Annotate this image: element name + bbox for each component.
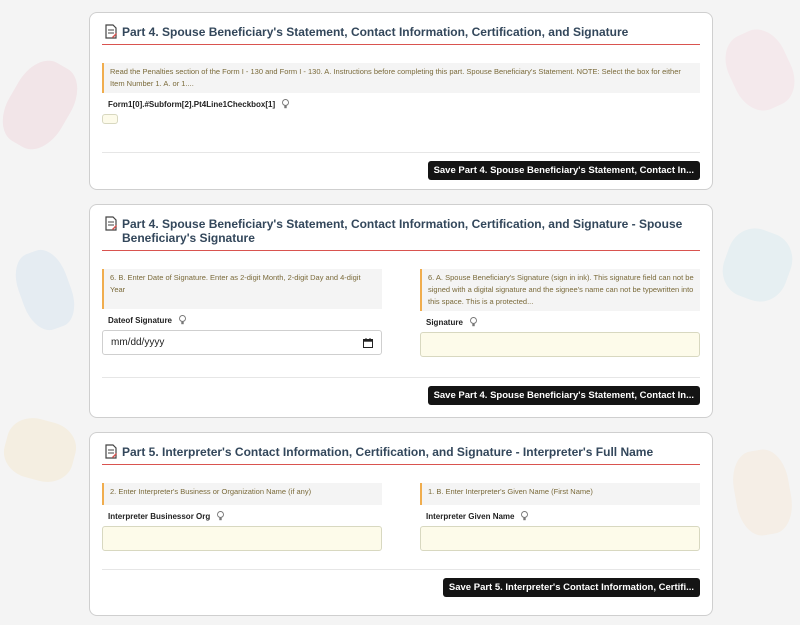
field-column-right: 1. B. Enter Interpreter's Given Name (Fi… xyxy=(420,483,700,551)
background-shape xyxy=(0,51,89,159)
section-header: Part 4. Spouse Beneficiary's Statement, … xyxy=(102,23,700,45)
help-bulb-icon[interactable] xyxy=(281,99,290,109)
save-part4-statement-button[interactable]: Save Part 4. Spouse Beneficiary's Statem… xyxy=(427,161,700,180)
background-shape xyxy=(728,445,797,540)
section-footer: Save Part 5. Interpreter's Contact Infor… xyxy=(102,569,700,605)
background-shape xyxy=(0,411,82,489)
instruction-note: 1. B. Enter Interpreter's Given Name (Fi… xyxy=(420,483,700,505)
section-header: Part 5. Interpreter's Contact Informatio… xyxy=(102,443,700,465)
instruction-note: Read the Penalties section of the Form I… xyxy=(102,63,700,93)
section-footer: Save Part 4. Spouse Beneficiary's Statem… xyxy=(102,377,700,413)
field-column-right: 6. A. Spouse Beneficiary's Signature (si… xyxy=(420,269,700,357)
help-bulb-icon[interactable] xyxy=(469,317,478,327)
field-label: Interpreter Businessor Org xyxy=(108,511,382,521)
field-column-left: 2. Enter Interpreter's Business or Organ… xyxy=(102,483,382,551)
help-bulb-icon[interactable] xyxy=(520,511,529,521)
checkbox-label: Form1[0].#Subform[2].Pt4Line1Checkbox[1] xyxy=(108,99,276,109)
field-row: 6. B. Enter Date of Signature. Enter as … xyxy=(102,269,700,357)
instruction-note: 6. B. Enter Date of Signature. Enter as … xyxy=(102,269,382,309)
date-of-signature-input[interactable]: mm/dd/yyyy xyxy=(102,330,382,355)
document-icon xyxy=(105,24,117,39)
section-title: Part 4. Spouse Beneficiary's Statement, … xyxy=(122,25,629,39)
background-shape xyxy=(715,21,800,119)
section-footer: Save Part 4. Spouse Beneficiary's Statem… xyxy=(102,152,700,188)
instruction-note: 6. A. Spouse Beneficiary's Signature (si… xyxy=(420,269,700,311)
pt4-line1-checkbox[interactable] xyxy=(102,114,118,124)
section-card-part4-signature: Part 4. Spouse Beneficiary's Statement, … xyxy=(89,204,713,418)
save-part5-interpreter-button[interactable]: Save Part 5. Interpreter's Contact Infor… xyxy=(442,578,700,597)
field-label: Form1[0].#Subform[2].Pt4Line1Checkbox[1] xyxy=(108,99,700,109)
field-column-left: 6. B. Enter Date of Signature. Enter as … xyxy=(102,269,382,357)
calendar-icon[interactable] xyxy=(363,337,373,348)
date-placeholder: mm/dd/yyyy xyxy=(111,337,165,348)
section-title: Part 4. Spouse Beneficiary's Statement, … xyxy=(122,217,683,245)
document-icon xyxy=(105,444,117,459)
section-card-part4-statement: Part 4. Spouse Beneficiary's Statement, … xyxy=(89,12,713,190)
signature-input[interactable] xyxy=(420,332,700,357)
date-of-signature-label: Dateof Signature xyxy=(108,315,173,325)
help-bulb-icon[interactable] xyxy=(216,511,225,521)
signature-label: Signature xyxy=(426,317,463,327)
section-title: Part 5. Interpreter's Contact Informatio… xyxy=(122,445,654,459)
instruction-note: 2. Enter Interpreter's Business or Organ… xyxy=(102,483,382,505)
field-label: Dateof Signature xyxy=(108,315,382,325)
save-part4-signature-button[interactable]: Save Part 4. Spouse Beneficiary's Statem… xyxy=(427,386,700,405)
field-label: Interpreter Given Name xyxy=(426,511,700,521)
interpreter-given-name-label: Interpreter Given Name xyxy=(426,511,515,521)
interpreter-business-input[interactable] xyxy=(102,526,382,551)
interpreter-given-name-input[interactable] xyxy=(420,526,700,551)
help-bulb-icon[interactable] xyxy=(178,315,187,325)
background-shape xyxy=(714,220,800,310)
document-icon xyxy=(105,216,117,231)
background-shape xyxy=(7,243,83,337)
field-label: Signature xyxy=(426,317,700,327)
interpreter-business-label: Interpreter Businessor Org xyxy=(108,511,211,521)
section-card-part5-interpreter: Part 5. Interpreter's Contact Informatio… xyxy=(89,432,713,616)
field-row: 2. Enter Interpreter's Business or Organ… xyxy=(102,483,700,551)
section-header: Part 4. Spouse Beneficiary's Statement, … xyxy=(102,215,700,251)
